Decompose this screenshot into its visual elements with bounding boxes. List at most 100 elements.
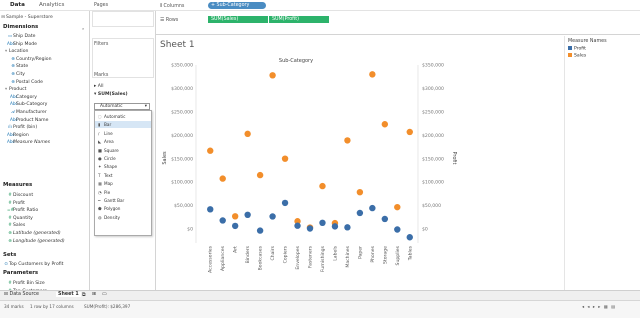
tab-data[interactable]: Data <box>10 2 25 8</box>
legend: Measure Names Profit Sales <box>564 36 640 290</box>
sales-point-tables[interactable] <box>406 128 413 136</box>
cards-column: Filters Marks ▸ All ▾ SUM(Sales) Automat… <box>90 11 156 290</box>
legend-item-sales[interactable]: Sales <box>568 53 586 59</box>
x-tick-furnishings: Furnishings <box>320 245 326 272</box>
field-label: Profit (bin) <box>13 125 38 131</box>
mark-type-square[interactable]: ■ Square <box>95 147 151 154</box>
dimension-ship-mode[interactable]: AbcShip Mode <box>0 40 89 48</box>
rows-pill-sales[interactable]: SUM(Sales) <box>208 16 268 23</box>
dimension-postal-code[interactable]: ⊕Postal Code <box>0 78 89 86</box>
profit-point-bookcases[interactable] <box>256 227 264 234</box>
mark-type-line[interactable]: ∕ Line <box>95 130 151 137</box>
dimension-region[interactable]: AbcRegion <box>0 131 89 139</box>
sales-point-storage[interactable] <box>381 121 389 128</box>
marks-card-title: Marks <box>94 73 109 78</box>
parameter-profit-bin-size[interactable]: #Profit Bin Size <box>0 279 89 287</box>
pager-controls[interactable]: ◂ ◂ ▸ ▸ ▦ ▤ <box>582 304 616 309</box>
sales-point-supplies[interactable] <box>394 203 401 211</box>
dimension-product[interactable]: ▾ Product <box>0 85 89 93</box>
dimension-ship-date[interactable]: ▭Ship Date <box>0 32 89 40</box>
field-label: Sub-Category <box>16 102 48 108</box>
measure-profit[interactable]: #Profit <box>0 199 89 207</box>
profit-point-paper[interactable] <box>356 209 364 217</box>
mark-type-dropdown[interactable]: Automatic ▾ <box>94 103 150 110</box>
sales-point-machines[interactable] <box>344 137 351 144</box>
new-dashboard-icon[interactable]: ⊞ <box>92 292 96 297</box>
profit-point-appliances[interactable] <box>219 217 226 224</box>
dimension-product-name[interactable]: AbcProduct Name <box>0 116 89 124</box>
mark-type-text[interactable]: T Text <box>95 172 151 179</box>
profit-point-phones[interactable] <box>369 204 376 212</box>
measure-quantity[interactable]: #Quantity <box>0 214 89 222</box>
profit-point-copiers[interactable] <box>281 199 289 207</box>
sales-point-furnishings[interactable] <box>319 182 326 190</box>
profit-point-furnishings[interactable] <box>319 219 326 227</box>
legend-title: Measure Names <box>568 39 607 44</box>
profit-point-binders[interactable] <box>244 211 251 219</box>
sales-point-copiers[interactable] <box>281 155 289 162</box>
mark-type-bar[interactable]: ▮ Bar <box>95 121 151 129</box>
profit-point-storage[interactable] <box>381 215 389 223</box>
rows-pill-profit[interactable]: SUM(Profit) <box>269 16 329 23</box>
profit-point-machines[interactable] <box>344 224 351 231</box>
search-icon[interactable]: ⌕ <box>82 26 84 31</box>
profit-point-supplies[interactable] <box>394 226 401 233</box>
dimension-profit-bin[interactable]: ılıProfit (bin) <box>0 123 89 131</box>
set-item[interactable]: ⊙Top Customers by Profit <box>0 260 89 268</box>
profit-point-envelopes[interactable] <box>294 222 301 229</box>
sales-point-chairs[interactable] <box>269 72 276 79</box>
filters-card[interactable] <box>92 38 154 78</box>
tab-analytics[interactable]: Analytics <box>39 2 64 8</box>
measure-latitude-generated[interactable]: ⊕Latitude (generated) <box>0 229 89 237</box>
mark-type-map[interactable]: ▦ Map <box>95 180 151 187</box>
field-label: Quantity <box>13 215 33 221</box>
sales-point-appliances[interactable] <box>219 175 226 182</box>
mark-type-density[interactable]: ◍ Density <box>95 214 151 221</box>
field-label: Discount <box>13 193 34 198</box>
measure-longitude-generated[interactable]: ⊕Longitude (generated) <box>0 237 89 245</box>
mark-type-automatic[interactable]: ◌ Automatic <box>95 113 151 120</box>
dimension-sub-category[interactable]: AbcSub-Category <box>0 100 89 108</box>
sheet-tab[interactable]: Sheet 1 <box>56 292 81 297</box>
mark-type-shape[interactable]: ✦ Shape <box>95 163 151 170</box>
dimension-country-region[interactable]: ⊕Country/Region <box>0 55 89 63</box>
profit-point-fasteners[interactable] <box>306 225 314 232</box>
sales-point-accessories[interactable] <box>207 147 214 154</box>
measure-profit-ratio[interactable]: =#Profit Ratio <box>0 206 89 214</box>
sales-point-paper[interactable] <box>356 188 364 196</box>
profit-point-chairs[interactable] <box>269 213 276 220</box>
legend-item-profit[interactable]: Profit <box>568 46 586 52</box>
mark-type-gantt-bar[interactable]: ═ Gantt Bar <box>95 197 151 204</box>
new-sheet-icon[interactable]: ⧉ <box>82 292 85 298</box>
dimension-category[interactable]: AbcCategory <box>0 93 89 101</box>
mark-type-circle[interactable]: ● Circle <box>95 155 151 162</box>
marks-all-row[interactable]: ▸ All <box>94 84 103 89</box>
sales-point-art[interactable] <box>231 213 239 220</box>
field-label: Measure Names <box>13 140 51 146</box>
datasource-row[interactable]: ⊟Sample - Superstore <box>0 13 89 21</box>
profit-point-accessories[interactable] <box>207 206 214 213</box>
pages-card[interactable] <box>92 11 154 27</box>
field-label: Profit Ratio <box>13 208 39 214</box>
dimension-city[interactable]: ⊕City <box>0 70 89 78</box>
mark-type-area[interactable]: ◣ Area <box>95 138 151 145</box>
dimension-state[interactable]: ⊕State <box>0 62 89 70</box>
sales-point-phones[interactable] <box>369 71 376 78</box>
mark-type-label: Polygon <box>104 206 121 212</box>
profit-point-art[interactable] <box>231 222 239 230</box>
columns-pill-subcategory[interactable]: + Sub-Category <box>208 2 266 9</box>
sales-point-binders[interactable] <box>244 130 251 138</box>
measure-sales[interactable]: #Sales <box>0 221 89 229</box>
profit-point-tables[interactable] <box>406 234 413 241</box>
sales-point-bookcases[interactable] <box>256 171 264 179</box>
measure-discount[interactable]: #Discount <box>0 191 89 199</box>
mark-type-pie[interactable]: ◔ Pie <box>95 189 151 196</box>
profit-point-labels[interactable] <box>331 223 339 230</box>
dimension-location[interactable]: ▾ Location <box>0 47 89 55</box>
new-story-icon[interactable]: ▭ <box>102 292 107 297</box>
dimension-manufacturer[interactable]: 𝓐Manufacturer <box>0 108 89 116</box>
marks-measure-row[interactable]: ▾ SUM(Sales) <box>94 92 128 97</box>
mark-type-polygon[interactable]: ⬟ Polygon <box>95 205 151 212</box>
dimension-measure-names[interactable]: AbcMeasure Names <box>0 138 89 146</box>
data-source-tab[interactable]: ⊟ Data Source <box>4 292 39 297</box>
